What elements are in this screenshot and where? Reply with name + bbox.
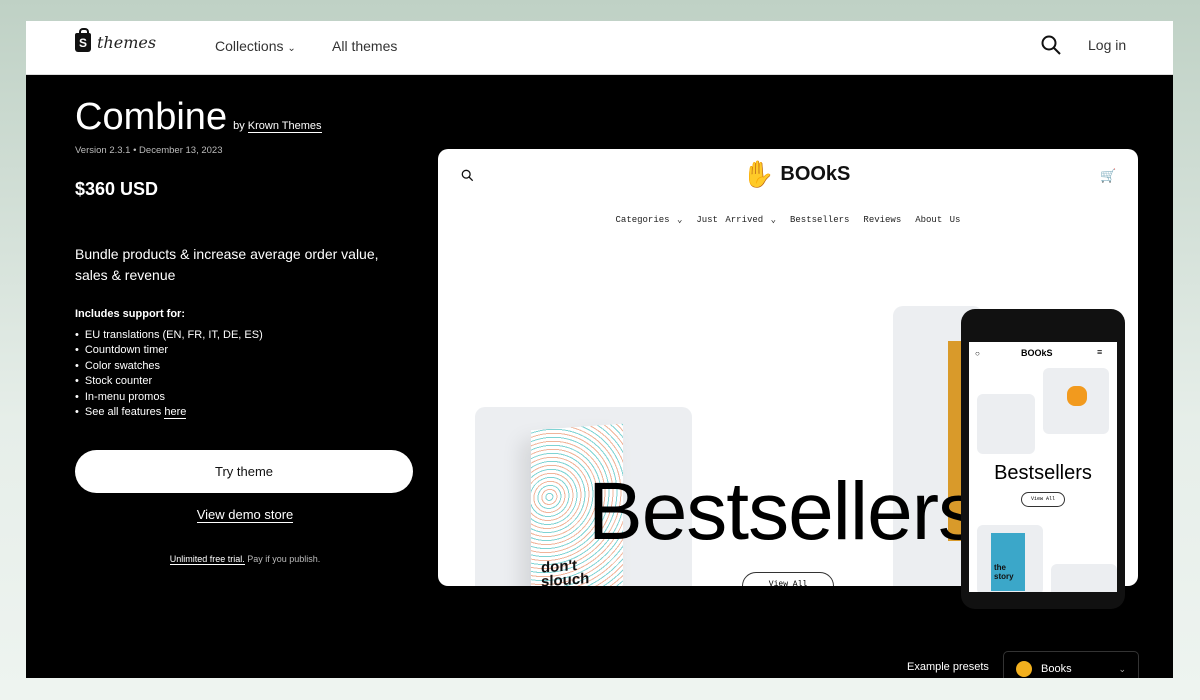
includes-label: Includes support for: [75,308,185,320]
books-logo: ✋ BOOkS [742,159,851,189]
theme-info: Combine by Krown Themes Version 2.3.1 • D… [75,96,415,566]
phone-hero-title: Bestsellers [994,462,1092,484]
shopify-themes-logo[interactable]: Sthemes [75,28,156,52]
search-icon[interactable] [1041,35,1061,55]
try-theme-button[interactable]: Try theme [75,450,413,494]
preview-nav: Categories ⌄ Just Arrived ⌄ Bestsellers Rev… [615,215,961,225]
feature-item: Color swatches [75,359,415,374]
features-link[interactable]: here [164,406,187,420]
page: Sthemes Collections ⌄ All themes Log in … [26,21,1173,678]
phone-mockup: ○ BOOkS ≡ Bestsellers View All the story [961,309,1125,609]
chevron-down-icon: ⌄ [287,43,296,54]
hand-icon: ✋ [742,159,775,189]
shopify-bag-icon: S [75,28,91,52]
login-link[interactable]: Log in [1088,37,1126,53]
feature-item: Countdown timer [75,343,415,358]
search-icon [461,169,474,182]
view-demo-store-link[interactable]: View demo store [196,507,294,524]
books-logo: BOOkS [1021,348,1053,358]
hero-title: Bestsellers [588,466,979,557]
theme-title: Combine [75,96,228,138]
feature-item: EU translations (EN, FR, IT, DE, ES) [75,328,415,343]
author-link[interactable]: Krown Themes [247,120,322,133]
phone-view-all: View All [1021,492,1065,507]
top-nav: Sthemes Collections ⌄ All themes Log in [26,21,1173,75]
chevron-down-icon: ⌄ [1118,663,1126,674]
nav-all-themes[interactable]: All themes [332,38,397,54]
by-label: by [233,120,245,132]
feature-item: Stock counter [75,374,415,389]
presets-label: Example presets [907,661,989,673]
feature-item: See all features here [75,405,415,420]
search-icon: ○ [975,349,980,358]
menu-icon: ≡ [1097,347,1103,357]
nav-collections[interactable]: Collections ⌄ [215,38,296,54]
feature-list: EU translations (EN, FR, IT, DE, ES) Cou… [75,328,415,420]
description: Bundle products & increase average order… [75,246,379,283]
price: $360 USD [75,179,159,199]
version-info: Version 2.3.1 • December 13, 2023 [75,145,223,156]
feature-item: In-menu promos [75,390,415,405]
view-all-button: View All [742,572,834,586]
cart-icon: 🛒 [1100,168,1117,183]
preset-select[interactable]: Books ⌄ [1003,651,1139,678]
preset-swatch [1016,661,1032,677]
free-trial-link[interactable]: Unlimited free trial. [169,554,245,566]
